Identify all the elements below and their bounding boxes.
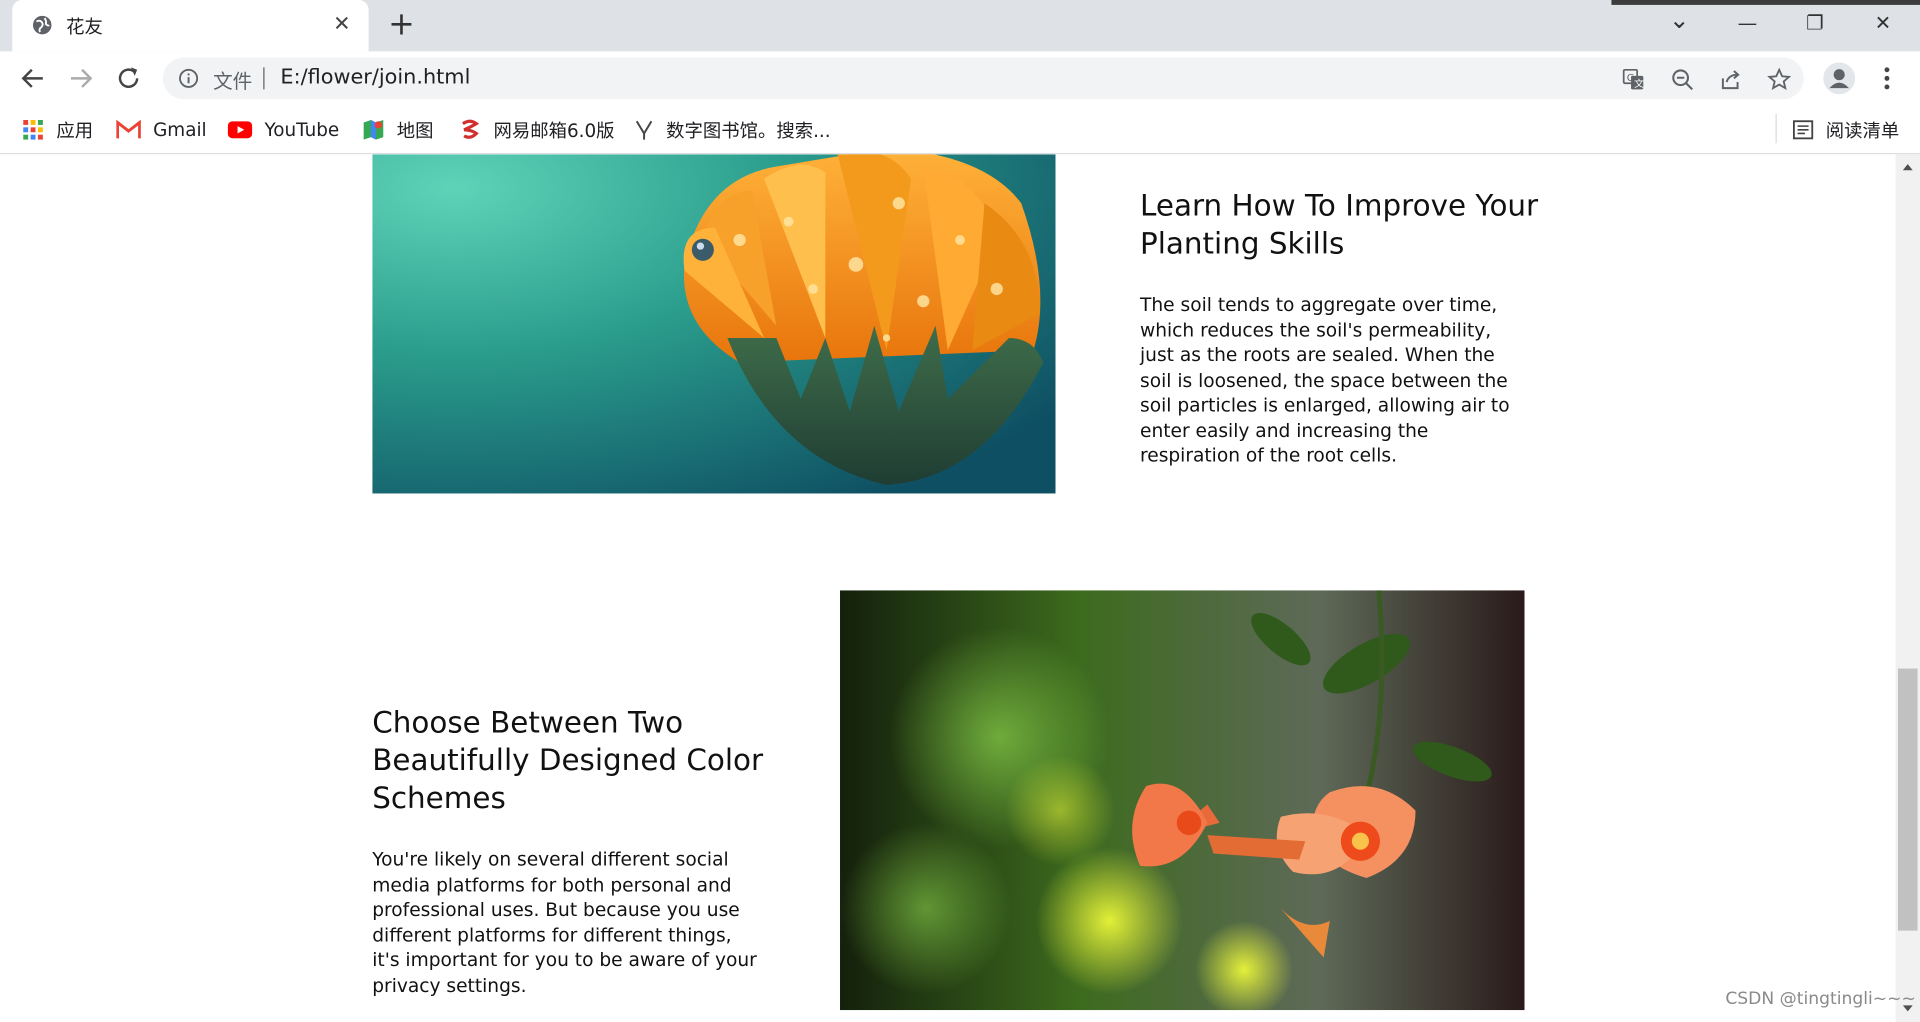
maps-icon — [363, 120, 384, 140]
page-content: Learn How To Improve Your Planting Skill… — [0, 154, 1896, 1022]
trumpet-flower-image — [840, 590, 1525, 1011]
window-close-button[interactable]: ✕ — [1875, 11, 1891, 35]
library-icon — [635, 120, 653, 140]
csdn-watermark: CSDN @tingtingli~~~ — [1725, 989, 1916, 1009]
bookmark-apps[interactable]: 应用 — [22, 116, 93, 143]
bookmark-label: 数字图书馆。搜索... — [666, 119, 831, 142]
reading-list-button[interactable]: 阅读清单 — [1792, 116, 1900, 143]
scheme-label: 文件 — [213, 69, 253, 94]
scroll-up-icon[interactable] — [1902, 162, 1914, 172]
bookmark-library[interactable]: 数字图书馆。搜索... — [634, 116, 831, 143]
gmail-icon — [116, 120, 141, 139]
section-text-color-schemes: You're likely on several different socia… — [372, 848, 757, 997]
menu-icon[interactable] — [1877, 65, 1897, 92]
address-bar[interactable]: 文件 E:/flower/join.html G 文 — [162, 57, 1804, 100]
section-text-planting: The soil tends to aggregate over time, w… — [1140, 293, 1510, 467]
orange-flower-photo — [372, 154, 1056, 494]
tab-strip: 花友 ✕ + ⌄ — ❐ ✕ — [0, 0, 1920, 52]
tab-title: 花友 — [66, 15, 103, 38]
bookmark-gmail[interactable]: Gmail — [116, 116, 207, 143]
person-icon — [1829, 69, 1849, 89]
bookmark-youtube[interactable]: YouTube — [227, 116, 340, 143]
window-top-edge — [1611, 0, 1920, 5]
bookmarks-separator — [1775, 113, 1777, 144]
globe-icon — [32, 15, 52, 35]
zoom-icon[interactable] — [1670, 67, 1694, 91]
scrollbar-thumb[interactable] — [1897, 668, 1918, 931]
section-heading-color-schemes: Choose Between Two Beautifully Designed … — [372, 705, 764, 816]
omnibox-separator — [263, 67, 265, 90]
translate-icon[interactable]: G 文 — [1621, 67, 1645, 91]
reload-icon[interactable] — [114, 64, 143, 93]
bookmark-label: 地图 — [396, 119, 434, 142]
bookmark-label: YouTube — [264, 118, 340, 141]
star-icon[interactable] — [1767, 67, 1792, 91]
svg-text:文: 文 — [1634, 77, 1644, 90]
vertical-scrollbar[interactable] — [1895, 154, 1920, 1022]
bookmarks-bar: 应用 Gmail YouTube 地图 网易邮箱6.0版 数字图书馆。搜索...… — [0, 105, 1920, 155]
close-icon[interactable]: ✕ — [333, 11, 350, 38]
trumpet-flower-photo — [840, 590, 1525, 1011]
forward-icon[interactable] — [66, 64, 95, 93]
toolbar: 文件 E:/flower/join.html G 文 — [0, 51, 1920, 106]
info-icon[interactable] — [179, 68, 199, 89]
bookmark-label: Gmail — [153, 118, 207, 141]
browser-window: 花友 ✕ + ⌄ — ❐ ✕ 文件 E:/flower/join.html G … — [0, 0, 1920, 1022]
share-icon[interactable] — [1718, 67, 1742, 91]
reading-list-label: 阅读清单 — [1825, 119, 1900, 142]
bookmark-label: 应用 — [56, 119, 94, 142]
back-icon[interactable] — [18, 64, 47, 93]
active-tab[interactable]: 花友 ✕ — [12, 0, 369, 52]
plus-icon[interactable]: + — [388, 7, 415, 41]
section-heading-planting: Learn How To Improve Your Planting Skill… — [1140, 188, 1539, 261]
profile-icon[interactable] — [1823, 62, 1856, 95]
apps-grid-icon — [23, 120, 43, 140]
youtube-icon — [227, 121, 253, 139]
minimize-button[interactable]: — — [1738, 11, 1758, 35]
bookmark-netease[interactable]: 网易邮箱6.0版 — [459, 116, 615, 143]
reading-list-icon — [1792, 120, 1814, 140]
orange-flower-image — [372, 154, 1056, 494]
restore-button[interactable]: ❐ — [1806, 11, 1824, 35]
bookmark-maps[interactable]: 地图 — [362, 116, 433, 143]
bookmark-label: 网易邮箱6.0版 — [493, 119, 615, 142]
url-text[interactable]: E:/flower/join.html — [280, 65, 470, 89]
tab-search-icon[interactable]: ⌄ — [1669, 7, 1690, 31]
netease-icon — [461, 119, 480, 139]
